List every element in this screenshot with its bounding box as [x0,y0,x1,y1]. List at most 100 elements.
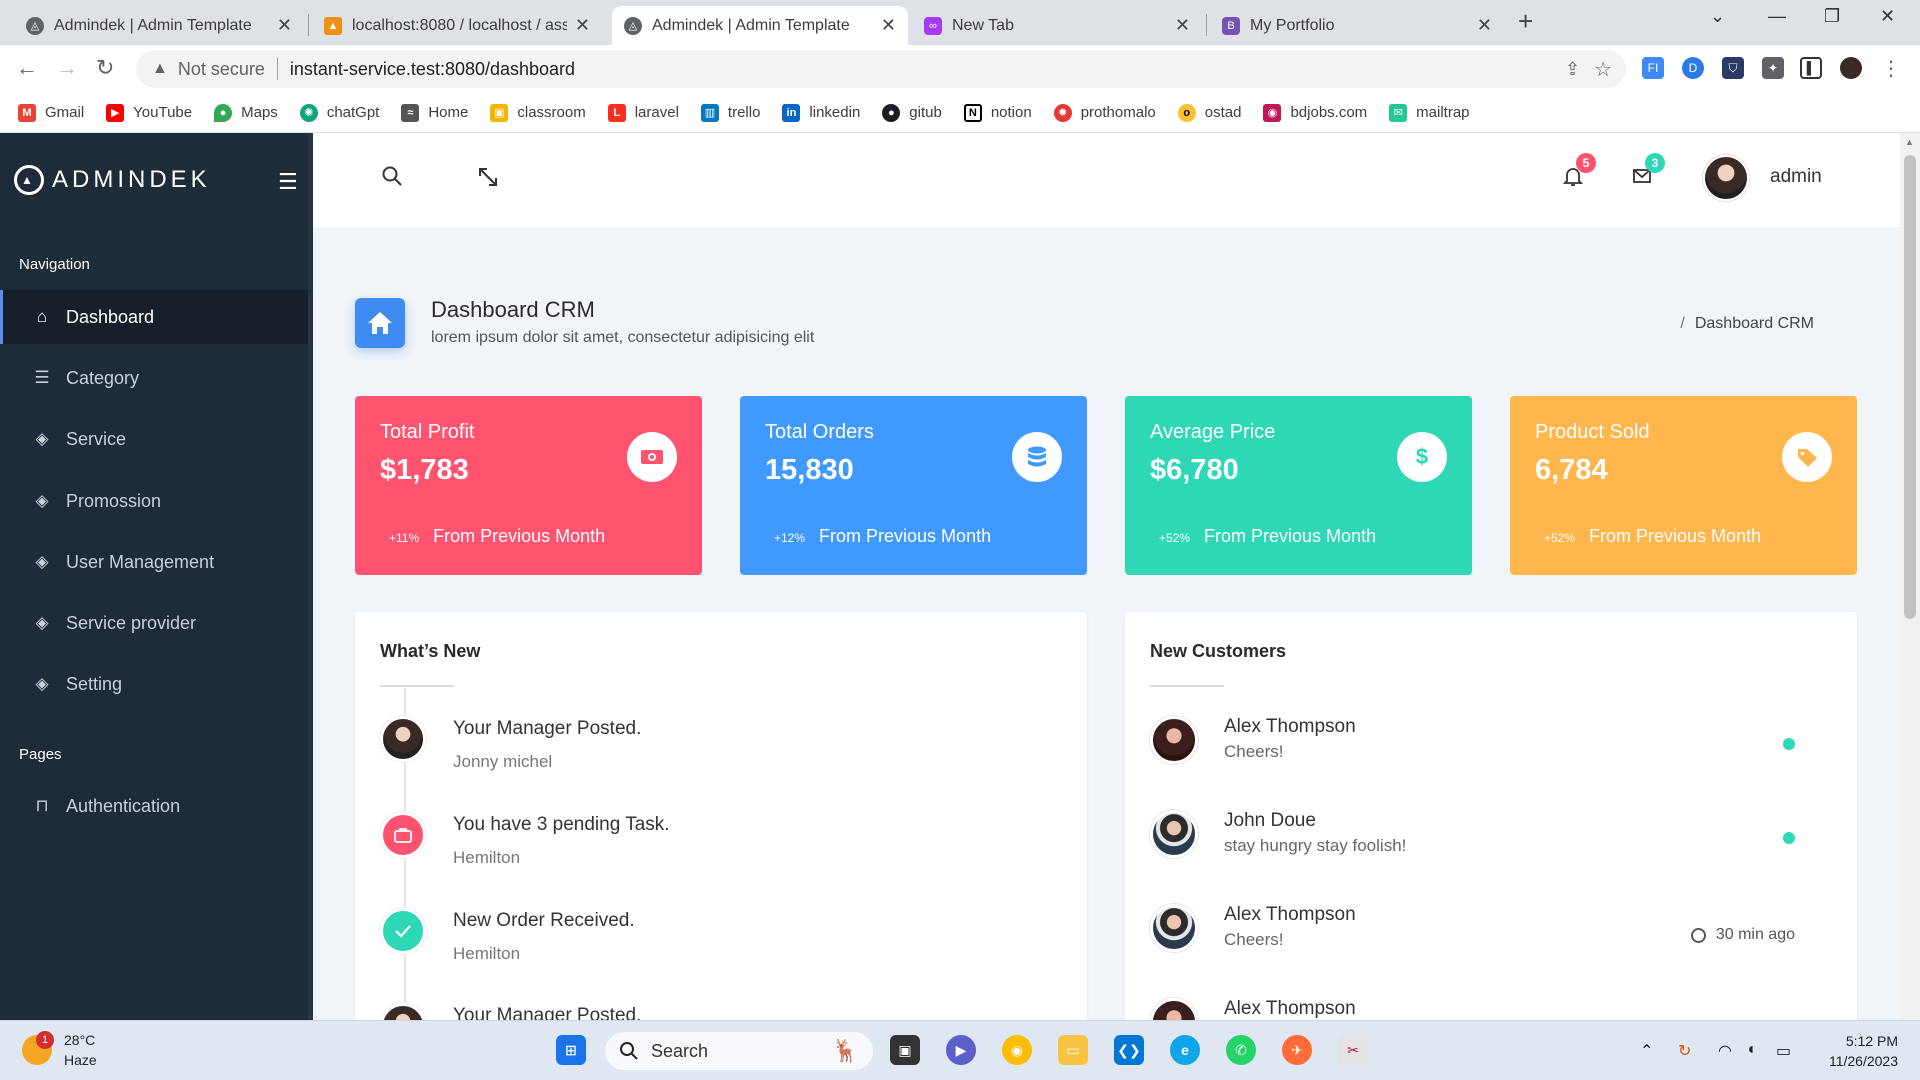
online-status-dot [1783,832,1795,844]
browser-tab[interactable]: ∞ New Tab ✕ [912,6,1202,45]
bookmark-laravel[interactable]: Llaravel [607,103,679,122]
weather-widget[interactable]: 1 28°C Haze [22,1030,97,1070]
task-view-icon[interactable]: ▣ [890,1035,920,1065]
bookmark-chatgpt[interactable]: ✺ chatGpt [299,103,379,122]
reload-icon[interactable]: ↻ [96,55,114,81]
volume-icon[interactable]: ◖ [1746,1041,1756,1059]
bookmark-github[interactable]: ● gitub [882,103,942,122]
page-scrollbar[interactable]: ▲ [1900,133,1920,1020]
bookmark-gmail[interactable]: M Gmail [18,103,84,122]
browser-tab-active[interactable]: ◬ Admindek | Admin Template ✕ [612,6,908,45]
vscode-icon[interactable]: ❮❯ [1114,1035,1144,1065]
security-label[interactable]: Not secure [178,59,265,80]
close-tab-icon[interactable]: ✕ [1477,15,1492,36]
bookmark-star-icon[interactable]: ☆ [1594,57,1612,82]
linkedin-icon: in [782,103,801,122]
snipping-tool-icon[interactable]: ✂ [1338,1035,1368,1065]
windows-start-icon[interactable]: ⊞ [556,1035,586,1065]
bookmark-ostad[interactable]: o ostad [1177,103,1241,122]
restore-icon[interactable]: ❐ [1824,6,1840,27]
scroll-up-icon[interactable]: ▲ [1905,137,1914,147]
message-badge: 3 [1645,153,1665,173]
wifi-icon[interactable]: ◠ [1718,1041,1732,1061]
side-panel-icon[interactable]: ▌ [1800,57,1822,79]
user-avatar[interactable] [1703,155,1749,201]
bookmark-prothomalo[interactable]: ✹ prothomalo [1053,103,1156,122]
sidebar-item-service[interactable]: ◈ Service [0,412,308,466]
sidebar-item-promossion[interactable]: ◈ Promossion [0,474,308,528]
tag-icon [1782,432,1832,482]
warning-icon[interactable]: ▲ [152,60,168,78]
close-tab-icon[interactable]: ✕ [575,15,590,36]
stat-card-total-orders: Total Orders 15,830 +12% From Previous Mo… [740,396,1087,575]
edge-icon[interactable]: e [1170,1035,1200,1065]
bookmark-youtube[interactable]: ▶ YouTube [106,103,192,122]
customer-row[interactable]: Alex Thompson Cheers! [1150,716,1820,776]
trello-icon: ▥ [700,103,719,122]
close-tab-icon[interactable]: ✕ [881,15,896,36]
lock-icon: ⊓ [35,796,49,815]
customer-row[interactable]: John Doue stay hungry stay foolish! [1150,810,1820,870]
postman-icon[interactable]: ✈ [1282,1035,1312,1065]
extensions-puzzle-icon[interactable]: ✦ [1762,57,1784,79]
chrome-icon[interactable]: ◉ [1002,1035,1032,1065]
fullscreen-icon[interactable] [476,165,500,195]
menu-kebab-icon[interactable]: ⋮ [1880,57,1902,80]
browser-tab[interactable]: B My Portfolio ✕ [1210,6,1504,45]
system-clock[interactable]: 5:12 PM 11/26/2023 [1808,1031,1898,1071]
sidebar-item-authentication[interactable]: ⊓ Authentication [0,779,308,833]
sidebar-item-setting[interactable]: ◈ Setting [0,657,308,711]
bookmark-notion[interactable]: Nnotion [963,103,1032,122]
browser-tab[interactable]: ▲ localhost:8080 / localhost / assig ✕ [312,6,602,45]
bookmark-home[interactable]: ≈ Home [401,103,468,122]
profile-avatar-icon[interactable] [1840,57,1862,79]
search-highlight-icon: 🦌 [831,1038,859,1063]
sidebar-item-category[interactable]: ☰ Category [0,351,308,405]
extension-fi-icon[interactable]: FI [1642,57,1664,79]
home-page-icon [355,298,405,348]
layers-icon: ◈ [35,491,49,510]
close-tab-icon[interactable]: ✕ [1175,15,1190,36]
app-logo[interactable]: ▲ ADMINDEK [14,165,211,195]
meet-icon[interactable]: ▶ [946,1035,976,1065]
user-name[interactable]: admin [1770,166,1822,188]
breadcrumb-item[interactable]: Dashboard CRM [1695,315,1814,332]
battery-icon[interactable]: ▭ [1776,1041,1791,1061]
show-hidden-icons[interactable]: ⌃ [1640,1041,1653,1061]
extension-d-icon[interactable]: D [1682,57,1704,79]
file-explorer-icon[interactable]: ▭ [1058,1035,1088,1065]
sidebar-item-dashboard[interactable]: ⌂ Dashboard [0,290,308,344]
tab-search-icon[interactable]: ⌄ [1710,6,1725,27]
customer-row[interactable]: Alex Thompson Cheers! 30 min ago [1150,904,1820,964]
bookmark-linkedin[interactable]: in linkedin [782,103,860,122]
search-icon[interactable] [381,165,403,193]
layers-icon: ◈ [35,552,49,571]
minimize-icon[interactable]: — [1768,6,1786,27]
url-text[interactable]: instant-service.test:8080/dashboard [290,59,575,80]
bookmark-maps[interactable]: ● Maps [214,103,278,122]
stat-card-average-price: Average Price $6,780 $ +52% From Previous… [1125,396,1472,575]
taskbar-search[interactable]: Search 🦌 [604,1031,874,1071]
bookmark-mailtrap[interactable]: ✉ mailtrap [1389,103,1470,122]
bookmark-trello[interactable]: ▥ trello [700,103,760,122]
url-field[interactable]: ▲ Not secure instant-service.test:8080/d… [136,50,1626,88]
bookmark-classroom[interactable]: ▣ classroom [490,103,586,122]
share-icon[interactable]: ⇪ [1565,59,1580,80]
sidebar-item-service-provider[interactable]: ◈ Service provider [0,596,308,650]
close-tab-icon[interactable]: ✕ [277,15,292,36]
back-icon[interactable]: ← [16,55,38,81]
scrollbar-thumb[interactable] [1904,155,1916,619]
browser-tab[interactable]: ◬ Admindek | Admin Template ✕ [14,6,304,45]
home-icon: ⌂ [36,307,48,326]
new-tab-button[interactable]: + [1518,6,1533,37]
menu-toggle-icon[interactable]: ☰ [278,169,298,195]
forward-icon[interactable]: → [56,55,78,81]
bookmark-bdjobs[interactable]: ◉ bdjobs.com [1263,103,1367,122]
whatsapp-icon[interactable]: ✆ [1226,1035,1256,1065]
sidebar-item-user-management[interactable]: ◈ User Management [0,535,308,589]
sync-icon[interactable]: ↻ [1678,1041,1691,1061]
customer-row[interactable]: Alex Thompson [1150,998,1820,1020]
close-window-icon[interactable]: ✕ [1880,6,1895,27]
extension-shield-icon[interactable]: ⛉ [1722,57,1744,79]
nav-heading: Navigation [19,256,90,273]
